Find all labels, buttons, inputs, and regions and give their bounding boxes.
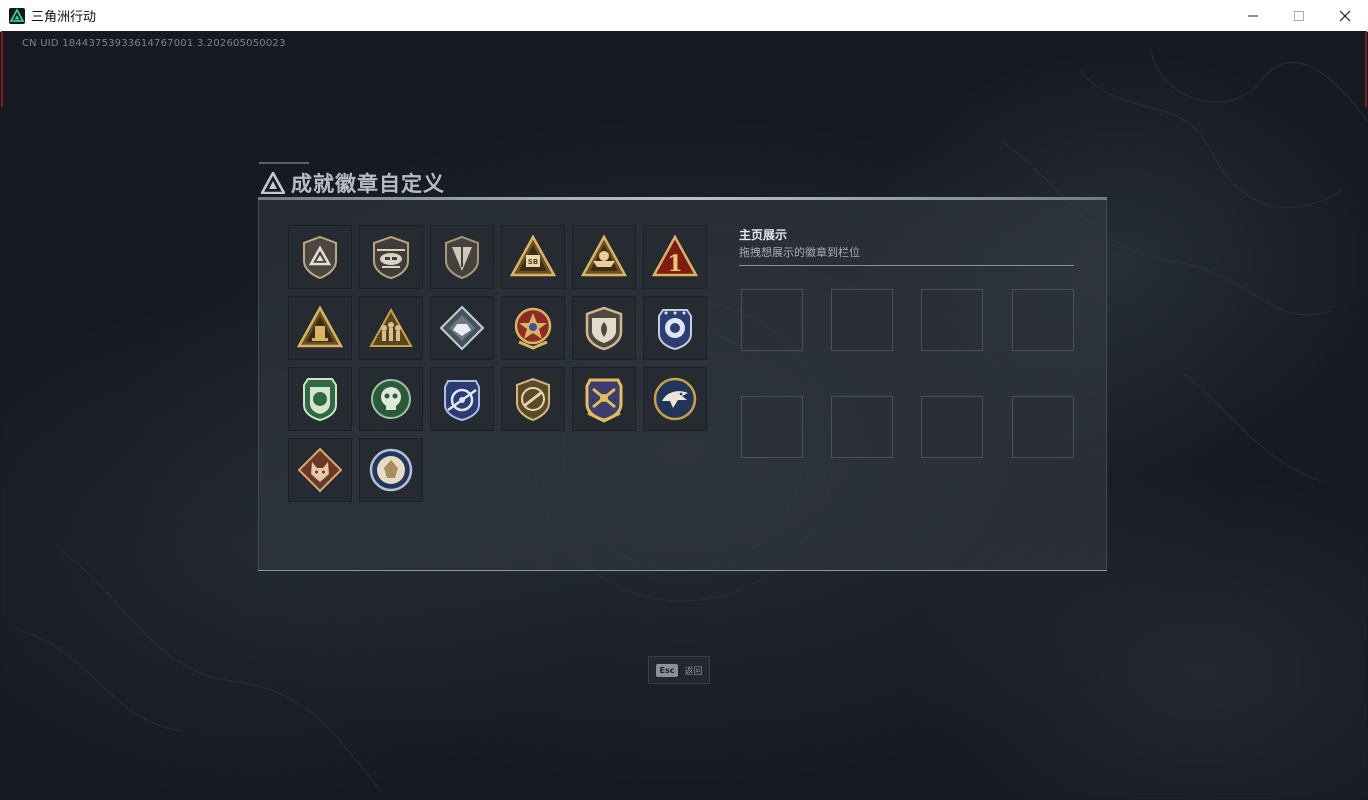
- dialog-title: 成就徽章自定义: [261, 168, 445, 198]
- eagle-round-icon: [653, 377, 697, 421]
- back-label: 返回: [684, 666, 703, 677]
- app-logo-icon: [9, 7, 25, 24]
- close-icon[interactable]: [1322, 0, 1368, 31]
- lion-round-icon: [369, 448, 413, 492]
- green-tree-shield-icon: [303, 378, 337, 422]
- player-uid: CN UID 18443753933614767001 3.2026050500…: [22, 38, 286, 49]
- esc-key-badge: Esc: [655, 663, 679, 677]
- window-titlebar: 三角洲行动: [0, 0, 1368, 32]
- star-medal-icon: [514, 307, 552, 350]
- badge-rifle-round[interactable]: [501, 367, 565, 431]
- badge-soldiers-triangle[interactable]: [359, 296, 423, 360]
- showcase-slot[interactable]: [1012, 396, 1074, 458]
- showcase-slot[interactable]: [741, 396, 803, 458]
- delta-triangle-icon: [261, 172, 285, 194]
- showcase-subtitle: 拖拽想展示的徽章到栏位: [739, 246, 860, 259]
- minimize-icon[interactable]: [1230, 0, 1276, 31]
- rifle-round-icon: [516, 377, 550, 422]
- green-skull-icon: [371, 379, 411, 419]
- badge-leaf-shield[interactable]: [572, 296, 636, 360]
- badge-boat-triangle[interactable]: [572, 225, 636, 289]
- blue-star-shield-icon: [658, 309, 692, 351]
- gold-weapons-shield-icon: [585, 378, 623, 423]
- tower-triangle-icon: [296, 305, 344, 348]
- badge-tower-triangle[interactable]: [288, 296, 352, 360]
- wolf-diamond-icon: [297, 447, 343, 493]
- showcase-title: 主页展示: [739, 228, 788, 242]
- back-button[interactable]: Esc 返回: [648, 656, 710, 684]
- leaf-shield-icon: [585, 306, 623, 351]
- sb-triangle-icon: SB: [509, 234, 557, 277]
- showcase-slot[interactable]: [921, 289, 983, 351]
- window-title: 三角洲行动: [31, 10, 97, 25]
- showcase-slot[interactable]: [741, 289, 803, 351]
- dialog-title-text: 成就徽章自定义: [291, 172, 445, 196]
- number-one-triangle-icon: 1: [651, 234, 699, 277]
- svg-text:1: 1: [667, 251, 682, 277]
- maximize-icon[interactable]: [1276, 0, 1322, 31]
- badge-delta-shield[interactable]: [288, 225, 352, 289]
- badge-star-medal[interactable]: [501, 296, 565, 360]
- badge-wolf-diamond[interactable]: [288, 438, 352, 502]
- blue-target-shield-icon: [444, 380, 480, 422]
- badge-green-skull[interactable]: [359, 367, 423, 431]
- badge-blue-target[interactable]: [430, 367, 494, 431]
- panel-top-accent: [258, 197, 1107, 200]
- arrow-shield-icon: [445, 235, 479, 280]
- panel-bottom-accent: [258, 570, 1107, 571]
- showcase-slot[interactable]: [921, 396, 983, 458]
- title-tag-line: [259, 162, 309, 164]
- badge-green-tree[interactable]: [288, 367, 352, 431]
- badge-sb-triangle[interactable]: SB: [501, 225, 565, 289]
- badge-arrow-shield[interactable]: [430, 225, 494, 289]
- badge-gold-weapons[interactable]: [572, 367, 636, 431]
- boat-triangle-icon: [580, 234, 628, 277]
- badge-crystal-diamond[interactable]: [430, 296, 494, 360]
- badge-blue-star-shield[interactable]: [643, 296, 707, 360]
- badge-eagle-round[interactable]: [643, 367, 707, 431]
- badge-lion-round[interactable]: [359, 438, 423, 502]
- showcase-slot[interactable]: [1012, 289, 1074, 351]
- helicopter-icon: [373, 235, 409, 280]
- soldiers-triangle-icon: [369, 307, 413, 347]
- badge-helicopter[interactable]: [359, 225, 423, 289]
- badge-number-one[interactable]: 1: [643, 225, 707, 289]
- svg-text:SB: SB: [528, 258, 538, 266]
- showcase-slot[interactable]: [831, 396, 893, 458]
- showcase-slot[interactable]: [831, 289, 893, 351]
- showcase-divider: [739, 265, 1074, 266]
- delta-shield-icon: [303, 235, 337, 280]
- crystal-diamond-icon: [439, 305, 485, 351]
